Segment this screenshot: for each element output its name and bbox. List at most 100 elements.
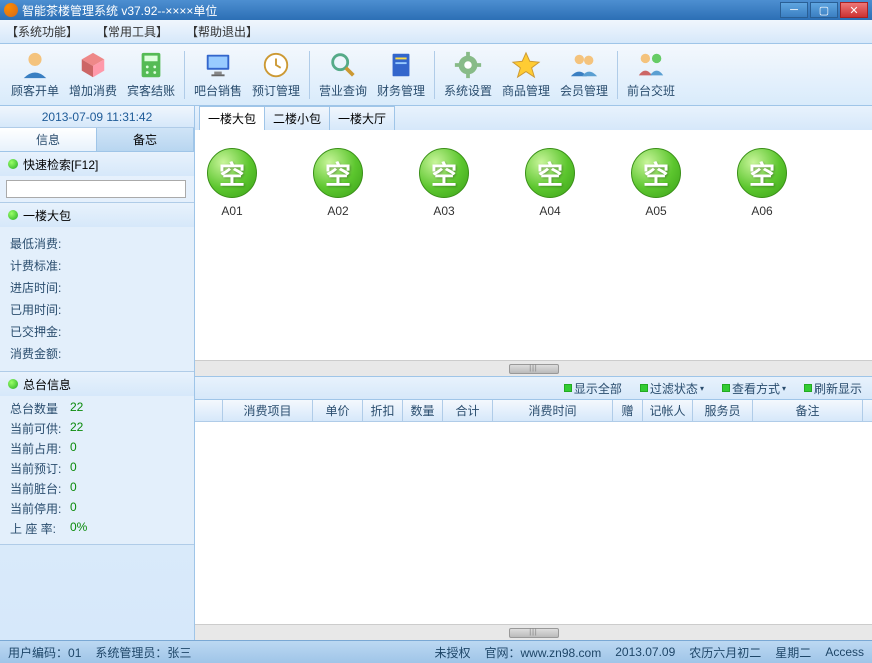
filter-status[interactable]: 过滤状态▾ xyxy=(640,380,704,397)
close-button[interactable]: ✕ xyxy=(840,2,868,18)
room-status-icon: 空 xyxy=(525,148,575,198)
minimize-button[interactable]: ─ xyxy=(780,2,808,18)
filter-view-mode[interactable]: 查看方式▾ xyxy=(722,380,786,397)
box-icon xyxy=(78,50,108,80)
customer-order-button[interactable]: 顾客开单 xyxy=(6,48,64,102)
chevron-down-icon: ▾ xyxy=(700,384,704,393)
toolbar-separator xyxy=(309,51,310,99)
status-admin: 系统管理员：张三 xyxy=(95,644,191,661)
grid-column-header[interactable]: 赠 xyxy=(613,400,643,421)
room-item[interactable]: 空A06 xyxy=(735,148,789,218)
search-label: 快速检索[F12] xyxy=(23,156,98,173)
sidebar: 2013-07-09 11:31:42 信息 备忘 快速检索[F12] 一楼大包… xyxy=(0,106,195,640)
search-header: 快速检索[F12] xyxy=(0,152,194,176)
grid-column-header[interactable]: 服务员 xyxy=(693,400,753,421)
status-lunar: 农历六月初二 xyxy=(689,644,761,661)
grid-column-header[interactable]: 消费项目 xyxy=(223,400,313,421)
status-site: 官网：www.zn98.com xyxy=(485,644,602,661)
toolbar-separator xyxy=(434,51,435,99)
room-status-icon: 空 xyxy=(737,148,787,198)
square-icon xyxy=(640,384,648,392)
toolbar-separator xyxy=(184,51,185,99)
toolbar-separator xyxy=(617,51,618,99)
room-tab-1[interactable]: 一楼大包 xyxy=(199,106,265,131)
monitor-icon xyxy=(203,50,233,80)
room-item[interactable]: 空A01 xyxy=(205,148,259,218)
titlebar: 智能茶楼管理系统 v37.92--××××单位 ─ ▢ ✕ xyxy=(0,0,872,20)
room-grid: 空A01 空A02 空A03 空A04 空A05 空A06 xyxy=(195,130,872,360)
stat-row: 总台数量22 xyxy=(10,400,184,420)
stats-title: 总台信息 xyxy=(23,376,71,393)
horizontal-scrollbar[interactable] xyxy=(195,360,872,376)
room-item[interactable]: 空A04 xyxy=(523,148,577,218)
maximize-button[interactable]: ▢ xyxy=(810,2,838,18)
sidebar-tabs: 信息 备忘 xyxy=(0,128,194,152)
tab-info[interactable]: 信息 xyxy=(0,128,97,151)
stat-row: 当前可供:22 xyxy=(10,420,184,440)
window-title: 智能茶楼管理系统 v37.92--××××单位 xyxy=(22,2,778,19)
datetime-display: 2013-07-09 11:31:42 xyxy=(0,106,194,128)
grid-column-header[interactable]: 单价 xyxy=(313,400,363,421)
statusbar: 用户编码：01 系统管理员：张三 未授权 官网：www.zn98.com 201… xyxy=(0,640,872,663)
room-status-icon: 空 xyxy=(207,148,257,198)
filter-refresh[interactable]: 刷新显示 xyxy=(804,380,862,397)
system-settings-button[interactable]: 系统设置 xyxy=(439,48,497,102)
scrollbar-thumb[interactable] xyxy=(509,364,559,374)
room-info-title: 一楼大包 xyxy=(23,207,71,224)
filter-bar: 显示全部 过滤状态▾ 查看方式▾ 刷新显示 xyxy=(195,376,872,400)
scrollbar-thumb[interactable] xyxy=(509,628,559,638)
finance-button[interactable]: 财务管理 xyxy=(372,48,430,102)
bar-sales-button[interactable]: 吧台销售 xyxy=(189,48,247,102)
search-input[interactable] xyxy=(6,180,186,198)
room-item[interactable]: 空A02 xyxy=(311,148,365,218)
content-area: 一楼大包 二楼小包 一楼大厅 空A01 空A02 空A03 空A04 空A05 … xyxy=(195,106,872,640)
menu-system[interactable]: 【系统功能】 xyxy=(6,23,78,40)
room-tab-3[interactable]: 一楼大厅 xyxy=(329,106,395,131)
chevron-down-icon: ▾ xyxy=(782,384,786,393)
grid-column-header[interactable]: 数量 xyxy=(403,400,443,421)
stat-row: 当前占用:0 xyxy=(10,440,184,460)
info-row: 计费标准: xyxy=(10,255,184,277)
guest-checkout-button[interactable]: 宾客结账 xyxy=(122,48,180,102)
room-info-section: 一楼大包 最低消费: 计费标准: 进店时间: 已用时间: 已交押金: 消费金额: xyxy=(0,203,194,372)
grid-header: 消费项目单价折扣数量合计消费时间赠记帐人服务员备注 xyxy=(195,400,872,422)
main-area: 2013-07-09 11:31:42 信息 备忘 快速检索[F12] 一楼大包… xyxy=(0,106,872,640)
grid-column-header[interactable]: 折扣 xyxy=(363,400,403,421)
add-consume-button[interactable]: 增加消费 xyxy=(64,48,122,102)
members-button[interactable]: 会员管理 xyxy=(555,48,613,102)
room-info-body: 最低消费: 计费标准: 进店时间: 已用时间: 已交押金: 消费金额: xyxy=(0,227,194,371)
filter-show-all[interactable]: 显示全部 xyxy=(564,380,622,397)
room-tab-2[interactable]: 二楼小包 xyxy=(264,106,330,131)
room-item[interactable]: 空A05 xyxy=(629,148,683,218)
clock-icon xyxy=(261,50,291,80)
magnifier-icon xyxy=(328,50,358,80)
grid-column-header[interactable]: 消费时间 xyxy=(493,400,613,421)
grid-horizontal-scrollbar[interactable] xyxy=(195,624,872,640)
grid-column-header[interactable]: 备注 xyxy=(753,400,863,421)
stat-row: 当前脏台:0 xyxy=(10,480,184,500)
square-icon xyxy=(804,384,812,392)
room-status-icon: 空 xyxy=(313,148,363,198)
toolbar: 顾客开单 增加消费 宾客结账 吧台销售 预订管理 营业查询 财务管理 系统设置 … xyxy=(0,44,872,106)
grid-body xyxy=(195,422,872,624)
star-icon xyxy=(511,50,541,80)
room-info-header: 一楼大包 xyxy=(0,203,194,227)
tab-memo[interactable]: 备忘 xyxy=(97,128,194,151)
app-icon xyxy=(4,3,18,17)
status-weekday: 星期二 xyxy=(775,644,811,661)
search-section: 快速检索[F12] xyxy=(0,152,194,203)
menu-tools[interactable]: 【常用工具】 xyxy=(96,23,168,40)
room-tabs: 一楼大包 二楼小包 一楼大厅 xyxy=(195,106,872,130)
grid-column-header[interactable]: 合计 xyxy=(443,400,493,421)
stats-header: 总台信息 xyxy=(0,372,194,396)
room-status-icon: 空 xyxy=(631,148,681,198)
grid-column-header[interactable]: 记帐人 xyxy=(643,400,693,421)
booking-button[interactable]: 预订管理 xyxy=(247,48,305,102)
bullet-icon xyxy=(8,159,18,169)
shift-button[interactable]: 前台交班 xyxy=(622,48,680,102)
menu-help[interactable]: 【帮助退出】 xyxy=(186,23,258,40)
goods-button[interactable]: 商品管理 xyxy=(497,48,555,102)
business-query-button[interactable]: 营业查询 xyxy=(314,48,372,102)
room-item[interactable]: 空A03 xyxy=(417,148,471,218)
grid-column-header[interactable] xyxy=(195,400,223,421)
